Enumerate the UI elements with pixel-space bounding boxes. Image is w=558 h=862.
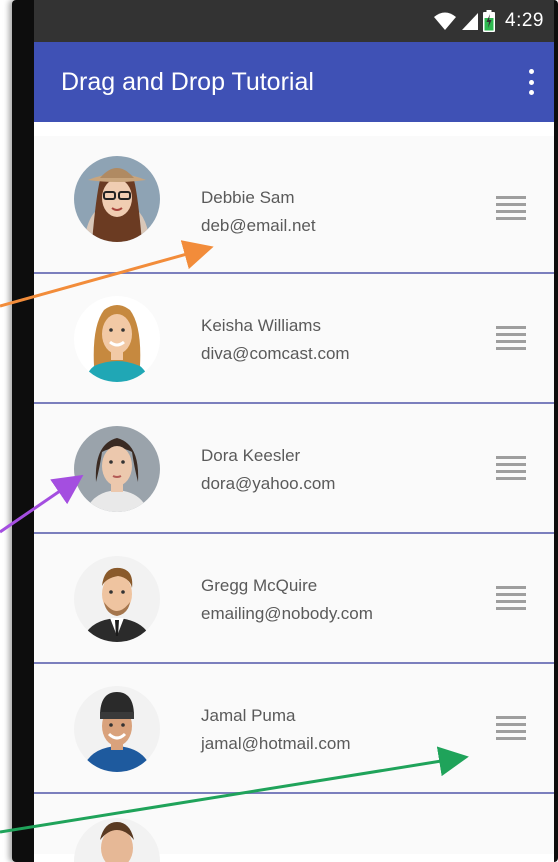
list-item[interactable]: Gregg McQuire emailing@nobody.com	[34, 534, 554, 664]
drag-handle-icon[interactable]	[496, 456, 526, 480]
app-bar: Drag and Drop Tutorial	[34, 42, 554, 122]
list-item[interactable]: Keisha Williams diva@comcast.com	[34, 274, 554, 404]
avatar	[74, 296, 160, 382]
list-item[interactable]	[34, 794, 554, 862]
avatar-man-suit-icon	[74, 556, 160, 642]
avatar-woman-hat-icon	[74, 156, 160, 242]
status-icons: 4:29	[433, 8, 544, 34]
list-item[interactable]: Debbie Sam deb@email.net	[34, 136, 554, 274]
contact-name: Keisha Williams	[201, 316, 321, 335]
app-title: Drag and Drop Tutorial	[61, 68, 314, 96]
contact-email: diva@comcast.com	[201, 344, 350, 363]
avatar-partial-icon	[74, 818, 160, 862]
contact-list: Debbie Sam deb@email.net Keisha Williams…	[34, 122, 554, 862]
contact-email: deb@email.net	[201, 216, 316, 235]
contact-email: jamal@hotmail.com	[201, 734, 351, 753]
contact-email: emailing@nobody.com	[201, 604, 373, 623]
phone-frame: 4:29 Drag and Drop Tutorial Debbie Sam d…	[12, 0, 558, 862]
avatar	[74, 156, 160, 242]
contact-email: dora@yahoo.com	[201, 474, 336, 493]
list-item[interactable]: Dora Keesler dora@yahoo.com	[34, 404, 554, 534]
phone-screen: 4:29 Drag and Drop Tutorial Debbie Sam d…	[34, 0, 554, 862]
avatar	[74, 686, 160, 772]
avatar	[74, 556, 160, 642]
avatar-woman-blonde-icon	[74, 296, 160, 382]
drag-handle-icon[interactable]	[496, 326, 526, 350]
avatar	[74, 426, 160, 512]
status-time: 4:29	[505, 10, 544, 31]
avatar-man-beanie-icon	[74, 686, 160, 772]
contact-name: Debbie Sam	[201, 188, 295, 207]
drag-handle-icon[interactable]	[496, 196, 526, 220]
contact-name: Dora Keesler	[201, 446, 301, 465]
signal-icon	[461, 11, 479, 31]
more-vert-icon[interactable]	[522, 66, 540, 98]
contact-name: Jamal Puma	[201, 706, 296, 725]
list-item[interactable]: Jamal Puma jamal@hotmail.com	[34, 664, 554, 794]
drag-handle-icon[interactable]	[496, 716, 526, 740]
avatar	[74, 818, 160, 862]
avatar-woman-dark-hair-icon	[74, 426, 160, 512]
battery-icon	[483, 10, 496, 32]
wifi-icon	[433, 11, 457, 31]
drag-handle-icon[interactable]	[496, 586, 526, 610]
contact-name: Gregg McQuire	[201, 576, 318, 595]
status-bar: 4:29	[34, 0, 554, 42]
